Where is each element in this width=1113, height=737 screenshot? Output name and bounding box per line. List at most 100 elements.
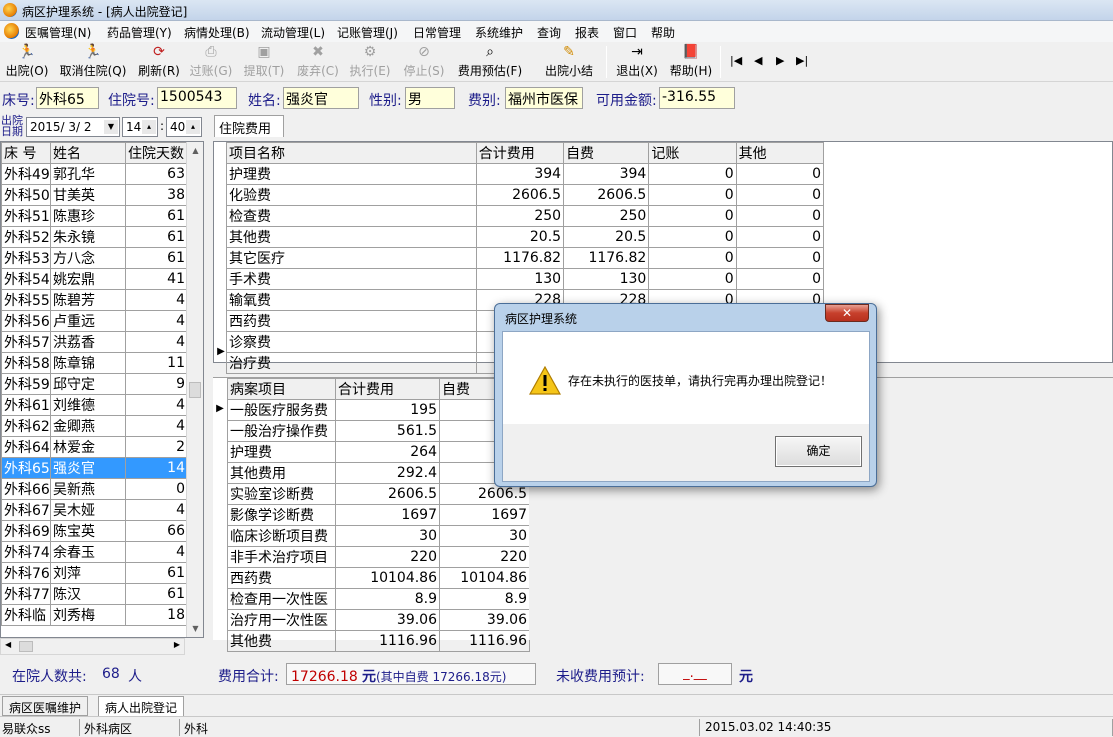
patient-row[interactable]: 外科62 金卿燕 4 [1, 415, 188, 437]
col-days[interactable]: 住院天数 [125, 142, 188, 164]
spin-icon[interactable]: ▴ [142, 120, 156, 134]
patient-row[interactable]: 外科53 方八念 61 [1, 247, 188, 269]
discharge-button[interactable]: 🏃 出院(O) [4, 44, 50, 80]
execute-button[interactable]: ⚙ 执行(E) [347, 44, 393, 80]
app-menu-icon[interactable] [4, 23, 19, 39]
menu-drugs[interactable]: 药品管理(Y) [107, 24, 172, 41]
sex-field[interactable]: 男 [405, 87, 455, 109]
menu-help[interactable]: 帮助 [651, 24, 675, 41]
fee-estimate-button[interactable]: ⌕ 费用预估(F) [454, 44, 526, 80]
case-row[interactable]: 治疗用一次性医 39.06 39.06 [227, 609, 530, 631]
spin-icon[interactable]: ▴ [186, 120, 200, 134]
fee-row[interactable]: 其它医疗 1176.82 1176.82 0 0 [226, 247, 825, 269]
menu-orders[interactable]: 医嘱管理(N) [25, 24, 91, 41]
case-row[interactable]: 检查用一次性医 8.9 8.9 [227, 588, 530, 610]
menu-report[interactable]: 报表 [575, 24, 599, 41]
patient-row[interactable]: 外科65 强炎官 14 [1, 457, 188, 479]
help-button[interactable]: 📕 帮助(H) [668, 44, 714, 80]
col-case-total[interactable]: 合计费用 [335, 378, 440, 400]
exit-button[interactable]: ⇥ 退出(X) [614, 44, 660, 80]
patient-row[interactable]: 外科51 陈惠珍 61 [1, 205, 188, 227]
patient-row[interactable]: 外科55 陈碧芳 4 [1, 289, 188, 311]
first-record-icon[interactable]: |◀ [730, 54, 742, 67]
fee-type-field[interactable]: 福州市医保 [505, 87, 583, 109]
patient-row[interactable]: 外科49 郭孔华 63 [1, 163, 188, 185]
past-account-button[interactable]: ⎙ 过账(G) [188, 44, 234, 80]
case-row[interactable]: 非手术治疗项目 220 220 [227, 546, 530, 568]
scroll-thumb[interactable] [189, 382, 201, 398]
patient-row[interactable]: 外科66 吴新燕 0 [1, 478, 188, 500]
menu-system[interactable]: 系统维护 [475, 24, 523, 41]
patient-row[interactable]: 外科64 林爱金 2 [1, 436, 188, 458]
refresh-button[interactable]: ⟳ 刷新(R) [136, 44, 182, 80]
menu-billing[interactable]: 记账管理(J) [337, 24, 398, 41]
bed-field[interactable]: 外科65 [36, 87, 99, 109]
patient-row[interactable]: 外科61 刘维德 4 [1, 394, 188, 416]
menu-flow[interactable]: 流动管理(L) [261, 24, 325, 41]
col-other[interactable]: 其他 [735, 142, 825, 164]
admission-no-field[interactable]: 1500543 [157, 87, 237, 109]
case-row[interactable]: 西药费 10104.86 10104.86 [227, 567, 530, 589]
tab-discharge-registration[interactable]: 病人出院登记 [98, 696, 185, 716]
fee-row[interactable]: 化验费 2606.5 2606.5 0 0 [226, 184, 825, 206]
fee-row[interactable]: 检查费 250 250 0 0 [226, 205, 825, 227]
minute-stepper[interactable]: 40 ▴ [166, 117, 202, 137]
scroll-left-icon[interactable]: ◀ [5, 640, 11, 649]
patient-row[interactable]: 外科54 姚宏鼎 41 [1, 268, 188, 290]
name-field[interactable]: 强炎官 [283, 87, 359, 109]
patient-row[interactable]: 外科77 陈汉 61 [1, 583, 188, 605]
patient-list-scrollbar[interactable]: ▲ ▼ [186, 142, 203, 637]
case-row[interactable]: 其他费用292.42 [227, 462, 530, 484]
case-row[interactable]: 影像学诊断费 1697 1697 [227, 504, 530, 526]
menu-condition[interactable]: 病情处理(B) [184, 24, 250, 41]
case-row[interactable]: 一般医疗服务费 195 [227, 399, 530, 421]
scroll-down-icon[interactable]: ▼ [187, 620, 204, 637]
col-total[interactable]: 合计费用 [475, 142, 565, 164]
extract-button[interactable]: ▣ 提取(T) [241, 44, 287, 80]
col-item[interactable]: 项目名称 [226, 142, 477, 164]
menu-daily[interactable]: 日常管理 [413, 24, 461, 41]
scroll-up-icon[interactable]: ▲ [187, 142, 204, 159]
ok-button[interactable]: 确定 [775, 436, 862, 467]
fee-row[interactable]: 护理费 394 394 0 0 [226, 163, 825, 185]
case-row[interactable]: 临床诊断项目费 30 30 [227, 525, 530, 547]
discharge-summary-button[interactable]: ✎ 出院小结 [540, 44, 598, 80]
balance-field[interactable]: -316.55 [659, 87, 735, 109]
patient-row[interactable]: 外科临 刘秀梅 18 [1, 604, 188, 626]
prev-record-icon[interactable]: ◀ [754, 54, 762, 67]
patient-row[interactable]: 外科59 邱守定 9 [1, 373, 188, 395]
cancel-admission-button[interactable]: 🏃 取消住院(Q) [58, 44, 128, 80]
col-self[interactable]: 自费 [563, 142, 650, 164]
col-case-item[interactable]: 病案项目 [227, 378, 336, 400]
patient-row[interactable]: 外科56 卢重远 4 [1, 310, 188, 332]
patient-list-hscrollbar[interactable]: ◀ ▶ [0, 638, 185, 655]
patient-row[interactable]: 外科57 洪荔香 4 [1, 331, 188, 353]
discharge-date-picker[interactable]: 2015/ 3/ 2 ▼ [26, 117, 120, 137]
patient-row[interactable]: 外科50 甘美英 38 [1, 184, 188, 206]
hour-stepper[interactable]: 14 ▴ [122, 117, 158, 137]
col-name[interactable]: 姓名 [50, 142, 126, 164]
scroll-right-icon[interactable]: ▶ [174, 640, 180, 649]
fee-row[interactable]: 其他费 20.5 20.5 0 0 [226, 226, 825, 248]
last-record-icon[interactable]: ▶| [796, 54, 808, 67]
patient-row[interactable]: 外科76 刘萍 61 [1, 562, 188, 584]
patient-row[interactable]: 外科58 陈章锦 11 [1, 352, 188, 374]
patient-row[interactable]: 外科74 余春玉 4 [1, 541, 188, 563]
next-record-icon[interactable]: ▶ [776, 54, 784, 67]
case-row[interactable]: 一般治疗操作费561.55 [227, 420, 530, 442]
case-row[interactable]: 实验室诊断费 2606.5 2606.5 [227, 483, 530, 505]
patient-row[interactable]: 外科67 吴木娅 4 [1, 499, 188, 521]
patient-row[interactable]: 外科52 朱永镜 61 [1, 226, 188, 248]
col-bed[interactable]: 床 号 [1, 142, 51, 164]
hscroll-thumb[interactable] [19, 641, 33, 652]
tab-inpatient-fees[interactable]: 住院费用 [214, 115, 284, 137]
abandon-button[interactable]: ✖ 废弃(C) [295, 44, 341, 80]
close-icon[interactable]: ✕ [825, 304, 869, 322]
menu-query[interactable]: 查询 [537, 24, 561, 41]
case-row[interactable]: 其他费 1116.96 1116.96 [227, 630, 530, 652]
menu-window[interactable]: 窗口 [613, 24, 637, 41]
tab-ward-orders[interactable]: 病区医嘱维护 [2, 696, 89, 716]
patient-row[interactable]: 外科69 陈宝英 66 [1, 520, 188, 542]
fee-row[interactable]: 手术费 130 130 0 0 [226, 268, 825, 290]
col-account[interactable]: 记账 [648, 142, 737, 164]
